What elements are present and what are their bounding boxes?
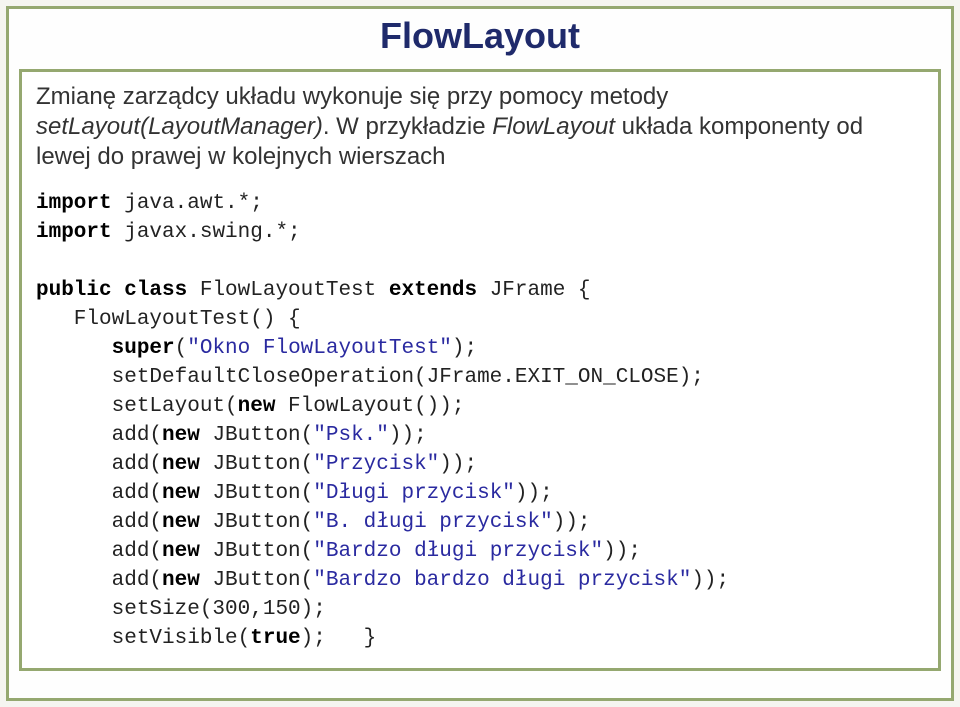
code-string: "Okno FlowLayoutTest" — [187, 337, 452, 360]
code-kw: true — [250, 627, 300, 650]
code-string: "Bardzo długi przycisk" — [313, 540, 603, 563]
code-text: add( — [36, 424, 162, 447]
intro-text-1: Zmianę zarządcy układu wykonuje się przy… — [36, 83, 668, 110]
intro-text-2: . W przykładzie — [323, 113, 492, 140]
code-text: JButton( — [200, 482, 313, 505]
code-kw: super — [112, 337, 175, 360]
slide-title: FlowLayout — [380, 15, 580, 56]
code-text: JButton( — [200, 511, 313, 534]
code-text: FlowLayoutTest() { — [36, 308, 301, 331]
code-text: FlowLayout()); — [275, 395, 464, 418]
slide-outer-frame: FlowLayout Zmianę zarządcy układu wykonu… — [6, 6, 954, 701]
code-kw: import — [36, 192, 112, 215]
code-text: )); — [691, 569, 729, 592]
code-text: add( — [36, 569, 162, 592]
code-kw: new — [238, 395, 276, 418]
code-text: java.awt.*; — [112, 192, 263, 215]
code-kw: import — [36, 221, 112, 244]
code-string: "Psk." — [313, 424, 389, 447]
code-kw: new — [162, 511, 200, 534]
code-text: add( — [36, 511, 162, 534]
code-text: setLayout( — [36, 395, 238, 418]
title-row: FlowLayout — [9, 9, 951, 67]
code-kw: new — [162, 540, 200, 563]
code-kw: new — [162, 569, 200, 592]
code-text: JButton( — [200, 453, 313, 476]
code-text: FlowLayoutTest — [187, 279, 389, 302]
intro-paragraph: Zmianę zarządcy układu wykonuje się przy… — [36, 82, 924, 172]
code-text: JFrame { — [477, 279, 590, 302]
code-text: setVisible( — [36, 627, 250, 650]
code-string: "B. długi przycisk" — [313, 511, 552, 534]
code-kw: public class — [36, 279, 187, 302]
code-kw: new — [162, 482, 200, 505]
code-kw: extends — [389, 279, 477, 302]
code-text: add( — [36, 540, 162, 563]
code-text: )); — [439, 453, 477, 476]
code-text: ); — [452, 337, 477, 360]
content-frame: Zmianę zarządcy układu wykonuje się przy… — [19, 69, 941, 671]
code-text: )); — [553, 511, 591, 534]
code-text: JButton( — [200, 540, 313, 563]
code-text: )); — [515, 482, 553, 505]
code-text: ( — [175, 337, 188, 360]
code-string: "Przycisk" — [313, 453, 439, 476]
code-text — [36, 337, 112, 360]
code-text: JButton( — [200, 569, 313, 592]
code-text: )); — [603, 540, 641, 563]
intro-classname: FlowLayout — [492, 113, 615, 140]
code-block: import java.awt.*; import javax.swing.*;… — [36, 190, 924, 654]
code-text: JButton( — [200, 424, 313, 447]
code-text: )); — [389, 424, 427, 447]
code-kw: new — [162, 453, 200, 476]
code-text: add( — [36, 482, 162, 505]
intro-method-name: setLayout(LayoutManager) — [36, 113, 323, 140]
code-text: setSize(300,150); — [36, 598, 326, 621]
code-text: ); } — [301, 627, 377, 650]
code-text: javax.swing.*; — [112, 221, 301, 244]
code-text: add( — [36, 453, 162, 476]
code-string: "Bardzo bardzo długi przycisk" — [313, 569, 691, 592]
code-text: setDefaultCloseOperation(JFrame.EXIT_ON_… — [36, 366, 704, 389]
code-string: "Długi przycisk" — [313, 482, 515, 505]
code-kw: new — [162, 424, 200, 447]
